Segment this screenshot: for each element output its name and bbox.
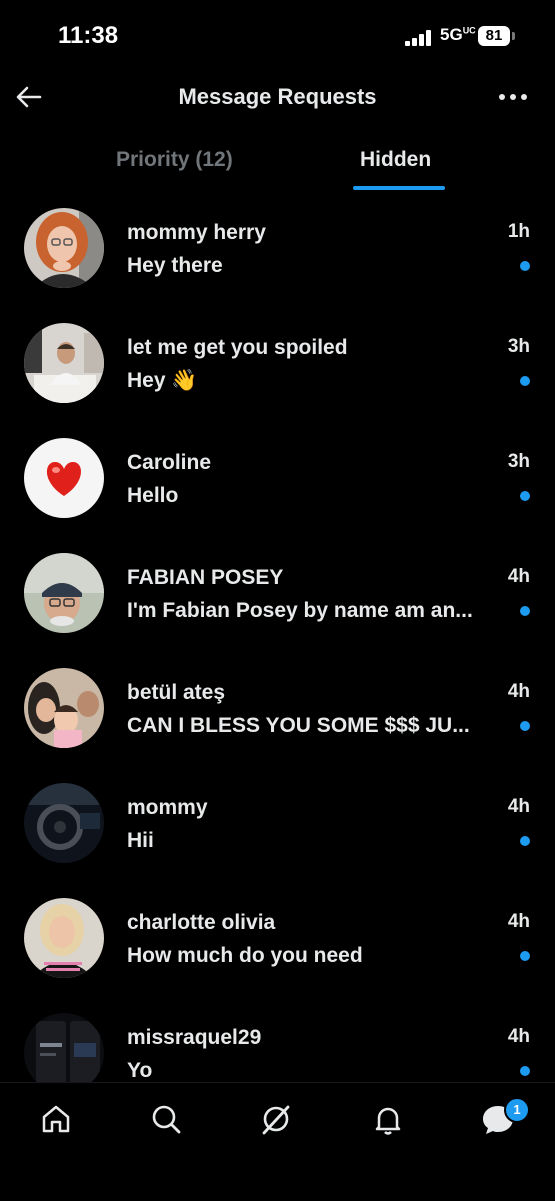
notifications-icon[interactable] — [370, 1101, 406, 1137]
avatar[interactable] — [24, 323, 104, 403]
timestamp: 4h — [507, 911, 530, 932]
sender-name: let me get you spoiled — [127, 336, 348, 359]
battery-icon: 81 — [478, 26, 510, 46]
sender-name: mommy herry — [127, 221, 266, 244]
message-preview: Yo — [127, 1059, 153, 1082]
list-item[interactable]: missraquel29 Yo 4h — [0, 997, 555, 1082]
battery-tip — [512, 32, 515, 40]
list-item[interactable]: Caroline Hello 3h — [0, 422, 555, 537]
status-time: 11:38 — [58, 22, 119, 49]
tab-priority[interactable]: Priority (12) — [116, 148, 233, 172]
avatar[interactable] — [24, 208, 104, 288]
sender-name: missraquel29 — [127, 1026, 262, 1049]
avatar[interactable] — [24, 668, 104, 748]
timestamp: 3h — [507, 336, 530, 357]
sender-name: charlotte olivia — [127, 911, 276, 934]
tab-hidden[interactable]: Hidden — [360, 148, 431, 172]
unread-dot — [520, 721, 530, 731]
unread-dot — [520, 261, 530, 271]
header: Message Requests — [0, 70, 555, 128]
list-item[interactable]: mommy herry Hey there 1h — [0, 192, 555, 307]
message-preview: How much do you need — [127, 944, 363, 967]
avatar[interactable] — [24, 1013, 104, 1082]
sender-name: betül ateş — [127, 681, 226, 704]
list-item[interactable]: betül ateş CAN I BLESS YOU SOME $$$ JU..… — [0, 652, 555, 767]
search-icon[interactable] — [148, 1101, 184, 1137]
network-indicator: 5GUC — [440, 25, 476, 44]
message-list: mommy herry Hey there 1h let me get you … — [0, 192, 555, 1082]
list-item[interactable]: charlotte olivia How much do you need 4h — [0, 882, 555, 997]
timestamp: 3h — [507, 451, 530, 472]
bottom-nav: 1 — [0, 1082, 555, 1201]
page-title: Message Requests — [178, 84, 377, 109]
unread-dot — [520, 836, 530, 846]
ellipsis-icon[interactable] — [499, 90, 529, 104]
avatar[interactable] — [24, 783, 104, 863]
timestamp: 4h — [507, 681, 530, 702]
messages-badge: 1 — [504, 1097, 530, 1123]
active-tab-indicator — [353, 186, 445, 190]
timestamp: 1h — [507, 221, 530, 242]
unread-dot — [520, 491, 530, 501]
message-preview: I'm Fabian Posey by name am an... — [127, 599, 473, 622]
unread-dot — [520, 376, 530, 386]
status-bar: 11:38 5GUC 81 — [0, 0, 555, 70]
signal-icon — [405, 30, 435, 46]
avatar[interactable] — [24, 553, 104, 633]
home-icon[interactable] — [38, 1101, 74, 1137]
list-item[interactable]: mommy Hii 4h — [0, 767, 555, 882]
timestamp: 4h — [507, 566, 530, 587]
message-preview: Hey 👋 — [127, 369, 198, 392]
timestamp: 4h — [507, 1026, 530, 1047]
message-preview: Hey there — [127, 254, 223, 277]
timestamp: 4h — [507, 796, 530, 817]
sender-name: FABIAN POSEY — [127, 566, 284, 589]
sender-name: Caroline — [127, 451, 212, 474]
message-preview: Hello — [127, 484, 179, 507]
sender-name: mommy — [127, 796, 208, 819]
unread-dot — [520, 951, 530, 961]
unread-dot — [520, 1066, 530, 1076]
message-preview: CAN I BLESS YOU SOME $$$ JU... — [127, 714, 470, 737]
avatar[interactable] — [24, 438, 104, 518]
grok-icon[interactable] — [258, 1101, 294, 1137]
message-preview: Hii — [127, 829, 154, 852]
tab-bar: Priority (12) Hidden — [0, 130, 555, 192]
unread-dot — [520, 606, 530, 616]
avatar[interactable] — [24, 898, 104, 978]
list-item[interactable]: let me get you spoiled Hey 👋 3h — [0, 307, 555, 422]
list-item[interactable]: FABIAN POSEY I'm Fabian Posey by name am… — [0, 537, 555, 652]
